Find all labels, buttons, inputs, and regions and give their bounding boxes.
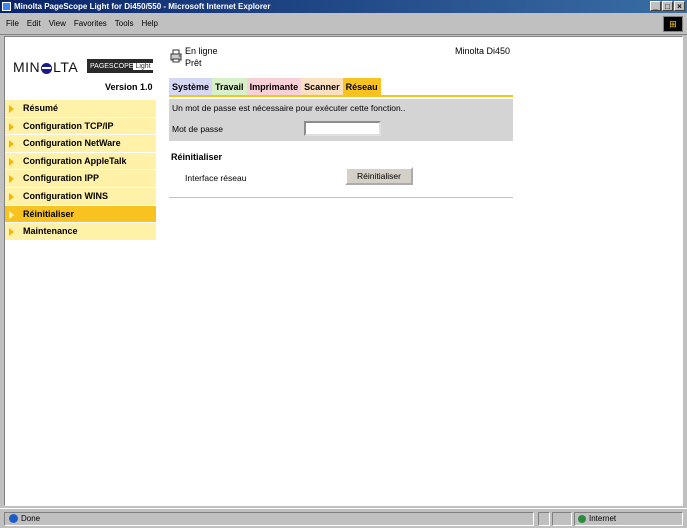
maximize-button[interactable]: □ bbox=[662, 1, 673, 11]
status-done: Done bbox=[4, 512, 534, 526]
tab-bar: Système Travail Imprimante Scanner Résea… bbox=[169, 78, 381, 96]
tab-travail[interactable]: Travail bbox=[212, 78, 247, 96]
sidebar-item-label: Résumé bbox=[23, 103, 59, 113]
sidebar-item-label: Configuration TCP/IP bbox=[23, 120, 114, 131]
sidebar-item-label: Réinitialiser bbox=[23, 208, 75, 219]
triangle-right-icon bbox=[9, 122, 14, 131]
sidebar-item-netware[interactable]: Configuration NetWare bbox=[5, 135, 156, 153]
status-bar: Done Internet bbox=[0, 508, 687, 528]
version-label: Version 1.0 bbox=[105, 82, 153, 92]
sidebar-item-label: Maintenance bbox=[23, 226, 78, 237]
menu-help[interactable]: Help bbox=[141, 19, 157, 28]
network-interface-label: Interface réseau bbox=[185, 173, 247, 183]
sidebar-item-label: Configuration WINS bbox=[23, 190, 108, 201]
globe-icon bbox=[578, 514, 586, 523]
sidebar-item-label: Configuration NetWare bbox=[23, 138, 121, 149]
online-status: En ligne bbox=[185, 46, 218, 56]
window-title-bar[interactable]: Minolta PageScope Light for Di450/550 - … bbox=[0, 0, 687, 13]
ready-status: Prêt bbox=[185, 58, 202, 68]
window-controls: _ □ × bbox=[650, 1, 685, 11]
tab-imprimante[interactable]: Imprimante bbox=[246, 78, 302, 96]
minimize-button[interactable]: _ bbox=[650, 1, 661, 11]
minolta-logo: MIN LTA bbox=[13, 59, 78, 75]
menu-edit[interactable]: Edit bbox=[27, 19, 41, 28]
sidebar-item-maintenance[interactable]: Maintenance bbox=[5, 223, 156, 241]
reset-button[interactable]: Réinitialiser bbox=[345, 167, 413, 185]
menu-view[interactable]: View bbox=[49, 19, 66, 28]
triangle-right-icon bbox=[9, 105, 14, 113]
sidebar-item-resume[interactable]: Résumé bbox=[5, 100, 156, 118]
triangle-right-icon bbox=[9, 140, 14, 149]
sidebar-item-label: Configuration AppleTalk bbox=[23, 155, 127, 166]
status-cell bbox=[538, 512, 550, 526]
pagescope-light-logo: PAGESCOPE Light bbox=[87, 59, 153, 73]
security-zone: Internet bbox=[574, 512, 683, 526]
menu-file[interactable]: File bbox=[6, 19, 19, 28]
reset-section-title: Réinitialiser bbox=[171, 152, 223, 162]
triangle-right-icon bbox=[9, 175, 14, 184]
status-done-text: Done bbox=[21, 514, 41, 523]
light-label: Light bbox=[133, 62, 153, 70]
close-button[interactable]: × bbox=[674, 1, 685, 11]
device-name: Minolta Di450 bbox=[455, 46, 511, 56]
sidebar-item-label: Configuration IPP bbox=[23, 173, 99, 184]
triangle-right-icon bbox=[9, 192, 14, 201]
sidebar-item-ipp[interactable]: Configuration IPP bbox=[5, 170, 156, 188]
ie-window-icon bbox=[2, 2, 11, 11]
section-divider bbox=[169, 197, 513, 198]
menu-tools[interactable]: Tools bbox=[115, 19, 134, 28]
tab-reseau[interactable]: Réseau bbox=[342, 78, 381, 96]
tab-underline bbox=[169, 95, 513, 97]
logo-text-post: LTA bbox=[53, 59, 79, 75]
triangle-right-icon bbox=[9, 228, 14, 237]
password-input[interactable] bbox=[304, 121, 381, 136]
printer-status-icon bbox=[170, 49, 182, 63]
zone-label: Internet bbox=[589, 514, 617, 523]
logo-text-pre: MIN bbox=[13, 59, 41, 75]
sidebar-item-tcpip[interactable]: Configuration TCP/IP bbox=[5, 117, 156, 136]
password-label: Mot de passe bbox=[172, 124, 224, 134]
menu-favorites[interactable]: Favorites bbox=[74, 19, 107, 28]
menu-bar: File Edit View Favorites Tools Help ⊞ bbox=[0, 13, 687, 35]
password-panel: Un mot de passe est nécessaire pour exéc… bbox=[169, 99, 513, 141]
window-title: Minolta PageScope Light for Di450/550 - … bbox=[14, 2, 271, 11]
triangle-right-icon bbox=[9, 210, 14, 219]
sidebar-item-appletalk[interactable]: Configuration AppleTalk bbox=[5, 152, 156, 171]
minolta-globe-icon bbox=[41, 62, 53, 74]
ie-page-icon bbox=[9, 514, 18, 524]
tab-scanner[interactable]: Scanner bbox=[301, 78, 343, 96]
browser-content: MIN LTA PAGESCOPE Light Version 1.0 Résum… bbox=[4, 36, 683, 506]
sidebar-item-wins[interactable]: Configuration WINS bbox=[5, 187, 156, 206]
password-message: Un mot de passe est nécessaire pour exéc… bbox=[172, 103, 406, 113]
status-cell bbox=[552, 512, 572, 526]
ie-throbber-icon: ⊞ bbox=[663, 16, 683, 32]
tab-systeme[interactable]: Système bbox=[169, 78, 213, 96]
pagescope-text: PAGESCOPE bbox=[90, 62, 134, 70]
sidebar-item-reinitialiser[interactable]: Réinitialiser bbox=[5, 205, 156, 224]
triangle-right-icon bbox=[9, 157, 14, 166]
sidebar-nav: Résumé Configuration TCP/IP Configuratio… bbox=[5, 100, 156, 241]
